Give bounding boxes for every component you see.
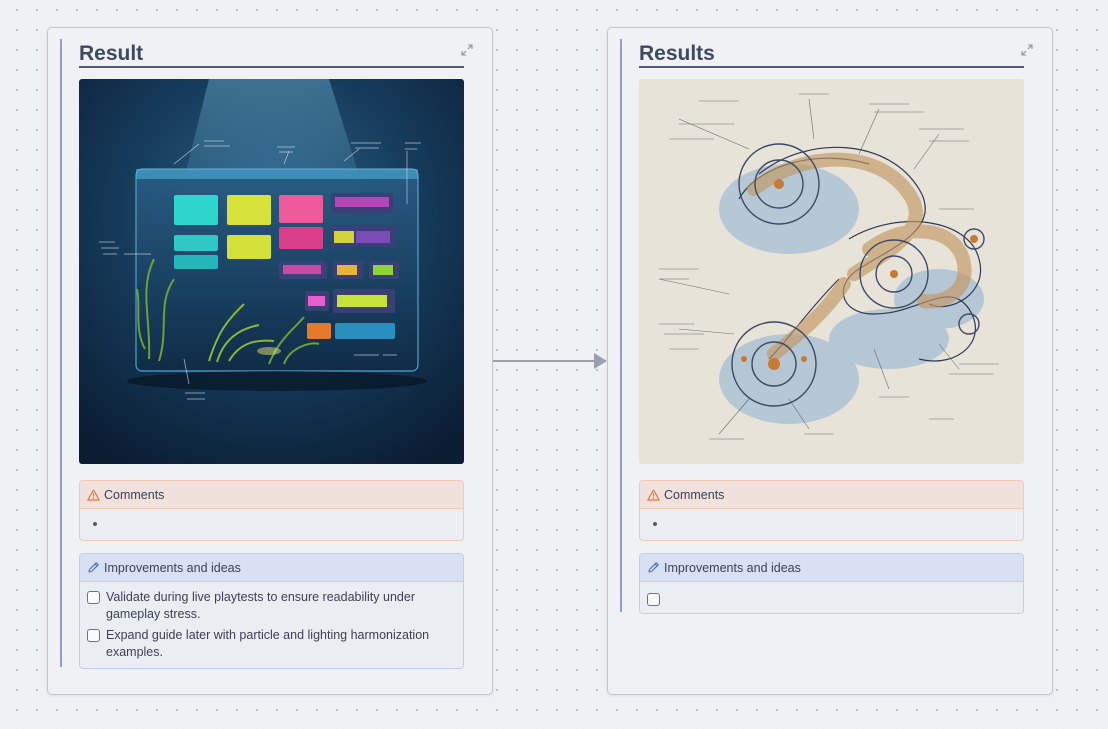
comments-header: Comments xyxy=(80,481,463,509)
comments-header-label: Comments xyxy=(664,487,725,502)
results-image xyxy=(639,79,1024,464)
ideas-header: Improvements and ideas xyxy=(80,554,463,582)
list-item-bullet xyxy=(653,522,657,526)
connector-arrow xyxy=(493,353,607,369)
comments-header-label: Comments xyxy=(104,487,165,502)
ideas-header-label: Improvements and ideas xyxy=(664,560,801,575)
result-node-card[interactable]: Result Comments Improvements and ideas V… xyxy=(47,27,493,695)
expand-icon[interactable] xyxy=(461,44,473,56)
task-text[interactable]: Expand guide later with particle and lig… xyxy=(106,627,456,661)
results-node-card[interactable]: Results Comments Improvements and ideas xyxy=(607,27,1053,695)
accent-line xyxy=(620,39,622,612)
ideas-section: Improvements and ideas Validate during l… xyxy=(79,553,464,669)
ideas-list xyxy=(640,582,1023,613)
expand-icon[interactable] xyxy=(1021,44,1033,56)
ideas-header: Improvements and ideas xyxy=(640,554,1023,582)
comments-list xyxy=(80,509,463,540)
comments-header: Comments xyxy=(640,481,1023,509)
pencil-icon xyxy=(648,562,659,573)
ideas-header-label: Improvements and ideas xyxy=(104,560,241,575)
task-item: Validate during live playtests to ensure… xyxy=(87,589,456,623)
task-item xyxy=(647,591,1016,606)
result-image xyxy=(79,79,464,464)
comments-list xyxy=(640,509,1023,540)
warning-icon xyxy=(647,488,660,501)
accent-line xyxy=(60,39,62,667)
comments-section: Comments xyxy=(639,480,1024,541)
warning-icon xyxy=(87,488,100,501)
task-checkbox[interactable] xyxy=(87,629,100,642)
task-checkbox[interactable] xyxy=(87,591,100,604)
task-checkbox[interactable] xyxy=(647,593,660,606)
list-item-bullet xyxy=(93,522,97,526)
task-item: Expand guide later with particle and lig… xyxy=(87,627,456,661)
pencil-icon xyxy=(88,562,99,573)
comments-section: Comments xyxy=(79,480,464,541)
task-text[interactable]: Validate during live playtests to ensure… xyxy=(106,589,456,623)
ideas-section: Improvements and ideas xyxy=(639,553,1024,614)
ideas-list: Validate during live playtests to ensure… xyxy=(80,582,463,668)
card-title: Results xyxy=(639,40,1024,68)
card-title: Result xyxy=(79,40,464,68)
